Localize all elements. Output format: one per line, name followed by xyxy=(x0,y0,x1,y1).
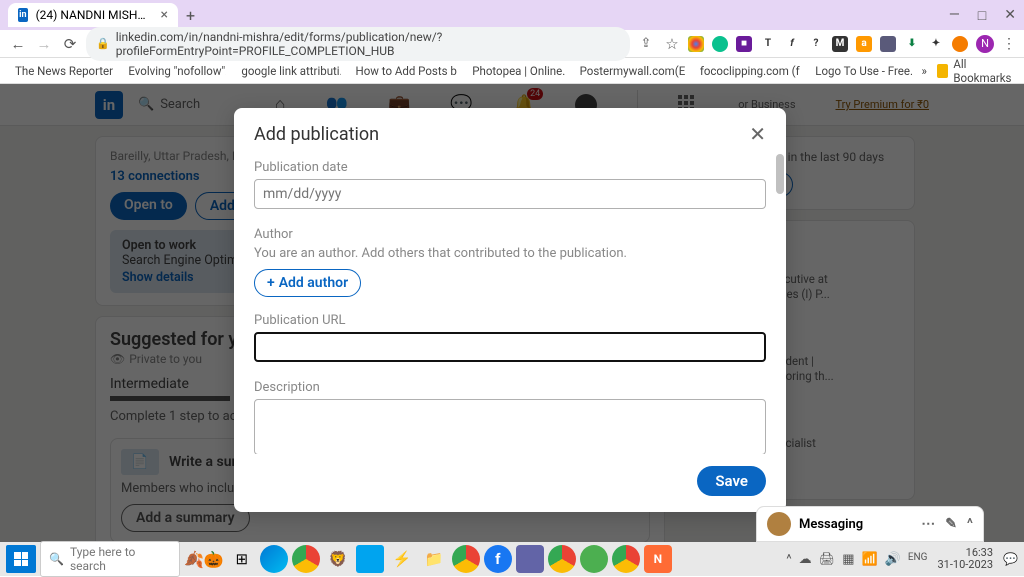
publication-date-label: Publication date xyxy=(254,160,766,175)
ext-icon[interactable]: M xyxy=(832,36,848,52)
notification-icon[interactable]: 💬 xyxy=(1003,552,1018,566)
star-icon[interactable]: ☆ xyxy=(662,35,682,53)
linkedin-favicon: in xyxy=(18,8,28,22)
messaging-bar[interactable]: Messaging ⋯ ✎ ^ xyxy=(756,506,984,542)
edge-icon[interactable] xyxy=(260,545,288,573)
tray-up-icon[interactable]: ^ xyxy=(786,552,791,567)
url-field[interactable]: 🔒 linkedin.com/in/nandni-mishra/edit/for… xyxy=(86,27,630,61)
language-icon[interactable]: ENG xyxy=(908,552,928,567)
app-icon[interactable]: N xyxy=(644,545,672,573)
app-icon[interactable] xyxy=(356,545,384,573)
bookmarks-overflow[interactable]: » xyxy=(922,64,927,78)
bookmark-item[interactable]: The News Reporter... xyxy=(10,64,113,78)
minimize-icon[interactable]: — xyxy=(949,7,960,24)
ext-icon[interactable]: ■ xyxy=(736,36,752,52)
messaging-avatar xyxy=(767,512,791,536)
chrome-icon[interactable] xyxy=(612,545,640,573)
start-button[interactable] xyxy=(6,545,36,573)
facebook-icon[interactable]: f xyxy=(484,545,512,573)
browser-tab-strip: in (24) NANDNI MISHRA | LinkedIn × + — □… xyxy=(0,0,1024,30)
author-note: You are an author. Add others that contr… xyxy=(254,246,766,261)
tray-icon[interactable]: 🖨 xyxy=(819,552,836,567)
ext-icon[interactable]: f xyxy=(784,36,800,52)
all-bookmarks[interactable]: All Bookmarks xyxy=(937,57,1014,85)
close-tab-icon[interactable]: × xyxy=(161,7,168,23)
bookmark-item[interactable]: Photopea | Online... xyxy=(467,64,564,78)
bookmark-item[interactable]: Logo To Use - Free... xyxy=(810,64,911,78)
chevron-up-icon[interactable]: ^ xyxy=(967,516,973,532)
explorer-icon[interactable]: 📁 xyxy=(420,545,448,573)
wifi-icon[interactable]: 📶 xyxy=(861,552,877,567)
address-bar: ← → ⟳ 🔒 linkedin.com/in/nandni-mishra/ed… xyxy=(0,30,1024,58)
forward-button: → xyxy=(34,35,54,53)
publication-date-input[interactable] xyxy=(254,179,766,209)
ext-icon[interactable] xyxy=(952,36,968,52)
add-publication-modal: Add publication ✕ Publication date Autho… xyxy=(234,108,786,512)
bookmarks-bar: The News Reporter... Evolving "nofollow"… xyxy=(0,58,1024,84)
description-textarea[interactable] xyxy=(254,399,766,454)
description-label: Description xyxy=(254,380,766,395)
reload-button[interactable]: ⟳ xyxy=(60,35,80,53)
extension-icons: ■ T f ? M a ⬇ ✦ N ⋮ xyxy=(688,35,1016,53)
bookmark-item[interactable]: fococlipping.com (f... xyxy=(695,64,800,78)
volume-icon[interactable]: 🔊 xyxy=(885,552,901,567)
tray-icon[interactable]: ▦ xyxy=(842,552,854,567)
bookmark-item[interactable]: Evolving "nofollow"... xyxy=(123,64,226,78)
more-icon[interactable]: ⋯ xyxy=(921,516,935,532)
bookmark-item[interactable]: How to Add Posts b... xyxy=(351,64,458,78)
ext-icon[interactable]: ? xyxy=(808,36,824,52)
back-button[interactable]: ← xyxy=(8,35,28,53)
ext-icon[interactable]: a xyxy=(856,36,872,52)
author-label: Author xyxy=(254,227,766,242)
profile-avatar-icon[interactable]: N xyxy=(976,35,994,53)
save-button[interactable]: Save xyxy=(697,466,766,496)
ext-icon[interactable]: T xyxy=(760,36,776,52)
ext-icon[interactable] xyxy=(880,36,896,52)
task-view-icon[interactable]: ⊞ xyxy=(228,545,256,573)
extensions-puzzle-icon[interactable]: ✦ xyxy=(928,36,944,52)
chrome-icon[interactable] xyxy=(548,545,576,573)
app-icon[interactable] xyxy=(580,545,608,573)
onedrive-icon[interactable]: ☁ xyxy=(799,552,812,567)
taskbar-search[interactable]: 🔍Type here to search xyxy=(40,541,180,577)
tab-title: (24) NANDNI MISHRA | LinkedIn xyxy=(36,8,153,22)
add-author-button[interactable]: +Add author xyxy=(254,269,361,297)
share-icon[interactable]: ⇪ xyxy=(636,36,656,51)
scrollbar-thumb[interactable] xyxy=(776,154,784,194)
seasonal-icon: 🍂🎃 xyxy=(184,550,224,569)
new-tab-button[interactable]: + xyxy=(186,6,195,25)
publication-url-input[interactable] xyxy=(254,332,766,362)
brave-icon[interactable]: 🦁 xyxy=(324,545,352,573)
app-icon[interactable] xyxy=(516,545,544,573)
search-icon: 🔍 xyxy=(49,552,64,566)
taskbar-clock[interactable]: 16:33 31-10-2023 xyxy=(938,547,994,571)
publication-url-label: Publication URL xyxy=(254,313,766,328)
compose-icon[interactable]: ✎ xyxy=(945,516,957,532)
modal-title: Add publication xyxy=(254,124,379,145)
ext-icon[interactable]: ⬇ xyxy=(904,36,920,52)
lock-icon: 🔒 xyxy=(96,37,110,50)
ext-icon[interactable] xyxy=(712,36,728,52)
close-window-icon[interactable]: ✕ xyxy=(1004,7,1016,24)
window-controls: — □ ✕ xyxy=(949,7,1016,24)
url-text: linkedin.com/in/nandni-mishra/edit/forms… xyxy=(116,30,620,58)
bookmark-item[interactable]: google link attributi... xyxy=(236,64,340,78)
windows-taskbar: 🔍Type here to search 🍂🎃 ⊞ 🦁 ⚡ 📁 f N ^ ☁ … xyxy=(0,542,1024,576)
maximize-icon[interactable]: □ xyxy=(978,7,986,24)
bookmark-item[interactable]: Postermywall.com(E... xyxy=(575,64,685,78)
browser-tab[interactable]: in (24) NANDNI MISHRA | LinkedIn × xyxy=(8,3,178,27)
plus-icon: + xyxy=(267,275,275,291)
browser-menu-icon[interactable]: ⋮ xyxy=(1002,36,1016,52)
close-icon[interactable]: ✕ xyxy=(749,122,766,146)
app-icon[interactable]: ⚡ xyxy=(388,545,416,573)
chrome-icon[interactable] xyxy=(292,545,320,573)
ext-icon[interactable] xyxy=(688,36,704,52)
chrome-icon[interactable] xyxy=(452,545,480,573)
